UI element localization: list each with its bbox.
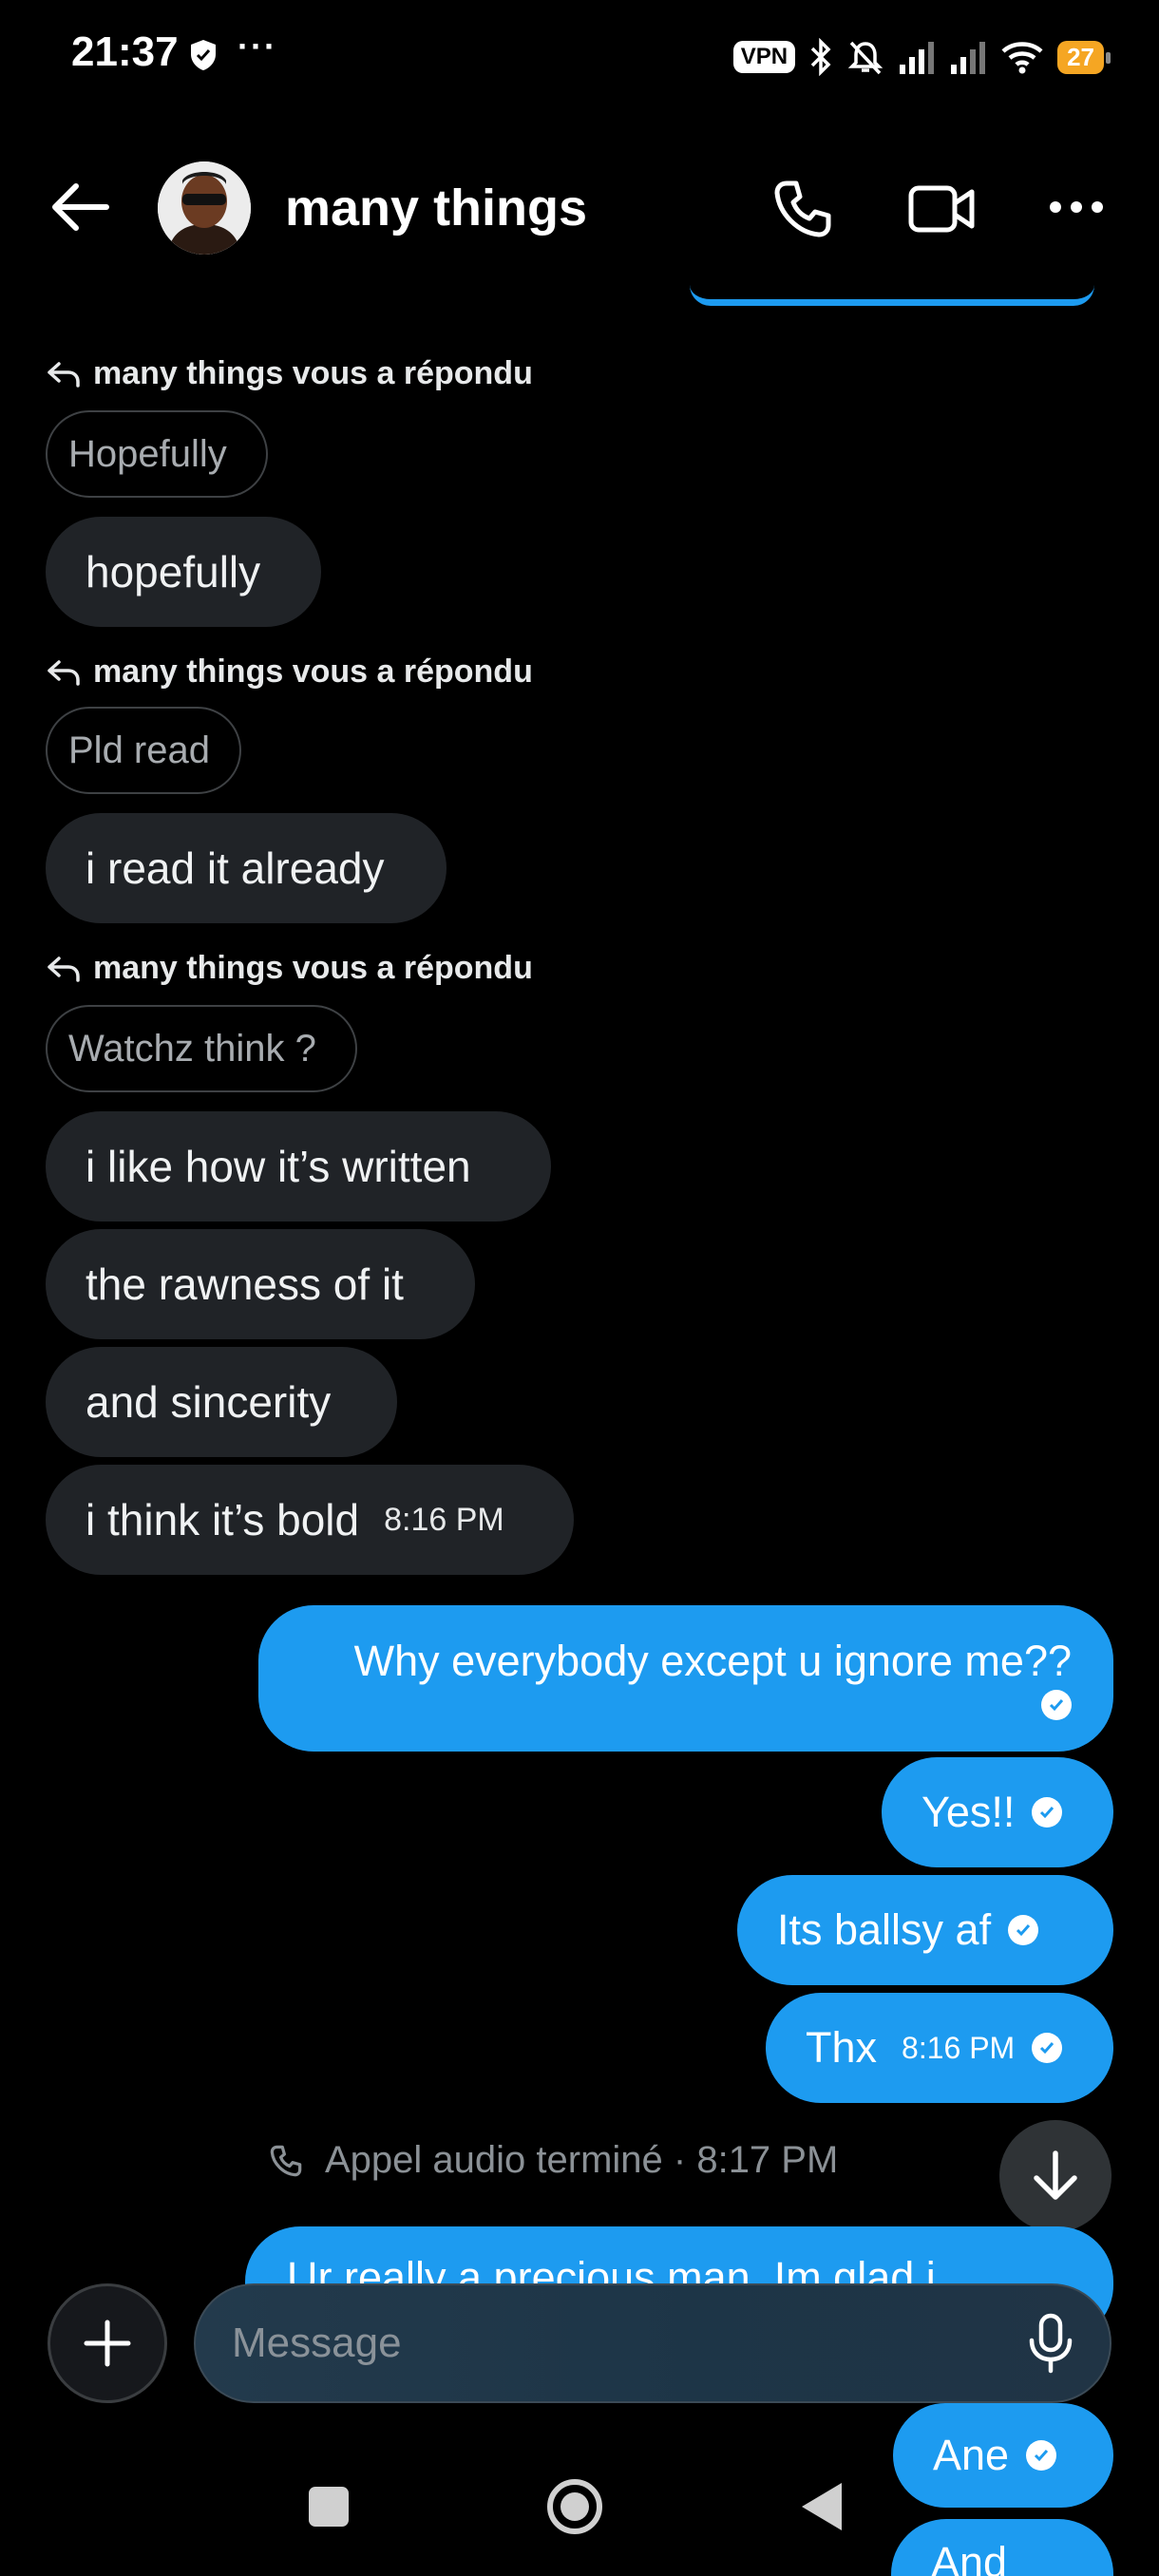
battery-indicator: 27 [1057, 40, 1111, 74]
message-text: Its ballsy af [777, 1905, 992, 1954]
message-bubble-incoming[interactable]: i read it already [46, 813, 446, 923]
message-bubble-incoming[interactable]: and sincerity [46, 1347, 397, 1457]
quoted-message[interactable]: Hopefully [46, 410, 268, 498]
add-attachment-button[interactable] [48, 2283, 167, 2403]
signal-icon [900, 42, 935, 74]
more-icon[interactable] [1048, 188, 1105, 226]
quoted-message[interactable]: Pld read [46, 707, 241, 794]
status-time: 21:37 [71, 28, 179, 75]
message-bubble-incoming[interactable]: i like how it’s written [46, 1111, 551, 1222]
message-text: Ane [933, 2431, 1010, 2479]
message-text: And [931, 2538, 1008, 2576]
call-ended-notice: Appel audio terminé · 8:17 PM [268, 2139, 838, 2182]
shield-icon [191, 40, 216, 70]
phone-icon[interactable] [770, 176, 836, 242]
message-bubble-outgoing[interactable]: Ane [893, 2403, 1113, 2508]
check-icon [1026, 2440, 1057, 2471]
message-bubble-incoming[interactable]: the rawness of it [46, 1229, 475, 1339]
reply-icon [48, 956, 80, 982]
silent-bell-icon [847, 41, 884, 75]
reply-label: many things vous a répondu [46, 355, 533, 392]
back-button[interactable] [800, 2481, 844, 2532]
microphone-icon[interactable] [1026, 2312, 1075, 2375]
check-icon [1032, 1797, 1063, 1828]
message-bubble-outgoing[interactable]: Thx 8:16 PM [766, 1993, 1113, 2103]
message-text: i think it’s bold [86, 1495, 360, 1544]
home-button[interactable] [545, 2477, 604, 2536]
message-text: Thx [806, 2023, 878, 2072]
quoted-message[interactable]: Watchz think ? [46, 1005, 357, 1092]
message-input[interactable] [230, 2319, 1026, 2368]
reply-icon [48, 659, 80, 686]
message-timestamp: 8:16 PM [384, 1501, 504, 1538]
signal-2-icon [951, 42, 986, 74]
status-icons: VPN 27 [732, 34, 1111, 80]
notification-dots: ··· [238, 27, 277, 66]
arrow-down-icon [1034, 2150, 1077, 2200]
message-bubble-outgoing[interactable] [690, 285, 1094, 306]
conversation-title[interactable]: many things [285, 179, 587, 237]
message-bubble-outgoing[interactable]: And [891, 2519, 1113, 2576]
reply-label: many things vous a répondu [46, 950, 533, 987]
plus-icon [84, 2320, 131, 2367]
scroll-to-bottom-button[interactable] [999, 2120, 1112, 2232]
video-icon[interactable] [907, 180, 976, 237]
check-icon [1008, 1915, 1039, 1945]
message-timestamp: 8:16 PM [902, 2030, 1016, 2065]
wifi-icon [1001, 42, 1043, 74]
check-icon [1032, 2033, 1063, 2063]
reply-icon [48, 361, 80, 388]
message-text: Yes!! [922, 1788, 1016, 1836]
message-bubble-outgoing[interactable]: Yes!! [882, 1757, 1113, 1867]
check-icon [1041, 1690, 1072, 1720]
reply-label-text: many things vous a répondu [93, 653, 533, 690]
message-bubble-outgoing[interactable]: Its ballsy af [737, 1875, 1113, 1985]
phone-icon [270, 2145, 302, 2176]
vpn-badge: VPN [732, 41, 796, 73]
recent-apps-button[interactable] [309, 2487, 349, 2527]
message-composer[interactable] [194, 2283, 1112, 2403]
bluetooth-icon [810, 38, 831, 76]
reply-label-text: many things vous a répondu [93, 355, 533, 391]
message-bubble-incoming[interactable]: hopefully [46, 517, 321, 627]
back-arrow-icon[interactable] [49, 180, 110, 234]
call-ended-text: Appel audio terminé · 8:17 PM [325, 2139, 839, 2181]
avatar[interactable] [158, 161, 251, 255]
message-bubble-incoming[interactable]: i think it’s bold 8:16 PM [46, 1465, 574, 1575]
avatar-image [158, 161, 251, 255]
message-bubble-outgoing[interactable]: Why everybody except u ignore me?? [258, 1605, 1113, 1752]
reply-label-text: many things vous a répondu [93, 950, 533, 986]
message-text: Why everybody except u ignore me?? [353, 1637, 1072, 1685]
reply-label: many things vous a répondu [46, 653, 533, 691]
